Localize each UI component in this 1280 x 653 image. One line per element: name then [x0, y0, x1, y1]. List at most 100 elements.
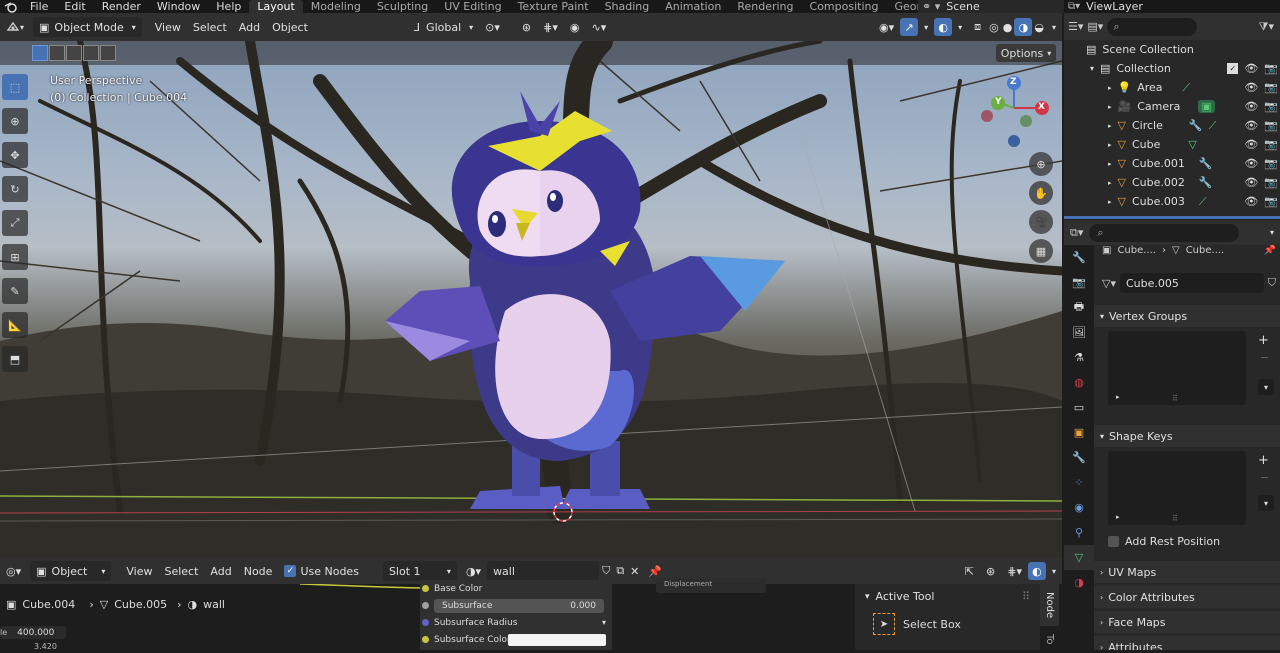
socket-color-icon[interactable] — [422, 636, 429, 643]
scale-tool-icon[interactable]: ⤢ — [2, 210, 28, 236]
select-mode-subtract-icon[interactable] — [66, 45, 82, 61]
snap-target-icon[interactable]: ⋕▾ — [537, 17, 564, 37]
properties-type-icon[interactable]: ⧉▾ — [1070, 226, 1083, 240]
snap-icon[interactable]: ⊛ — [516, 17, 537, 37]
menu-edit[interactable]: Edit — [56, 0, 93, 13]
active-tool-header[interactable]: ▾ Active Tool ⠿ — [855, 584, 1040, 609]
section-uv-maps[interactable]: › UV Maps — [1094, 561, 1280, 583]
shading-solid-icon[interactable]: ● — [1001, 17, 1015, 37]
outliner-type-icon[interactable]: ☰▾ — [1068, 20, 1083, 33]
mesh-browse-icon[interactable]: ▽▾ — [1102, 277, 1116, 290]
visibility-eye-icon[interactable]: 👁 — [1244, 138, 1258, 151]
collection-tab-icon[interactable]: ▭ — [1064, 395, 1094, 420]
material-browse-icon[interactable]: ◑▾ — [460, 561, 487, 581]
gizmo-axis-x[interactable]: X — [1038, 102, 1045, 112]
display-mode-icon[interactable]: ▤▾ — [1087, 20, 1103, 33]
node-menu-node[interactable]: Node — [238, 561, 279, 581]
mode-selector[interactable]: ▣ Object Mode ▾ — [33, 17, 142, 37]
workspace-tab-rendering[interactable]: Rendering — [729, 0, 801, 13]
active-tool-row[interactable]: ➤ Select Box — [855, 609, 1040, 639]
expand-arrow-icon[interactable]: ▸ — [1108, 198, 1112, 206]
select-box-tool-icon[interactable]: ⬚ — [2, 74, 28, 100]
vertex-groups-list[interactable]: ▸ ⠿ — [1108, 331, 1246, 405]
drag-handle-icon[interactable]: ⠿ — [1022, 590, 1030, 603]
outliner-item-camera[interactable]: ▸ 🎥 Camera ▣ 👁 📷 — [1064, 97, 1280, 116]
shading-material-icon[interactable]: ◑ — [1014, 18, 1033, 36]
falloff-icon[interactable]: ∿▾ — [585, 17, 612, 37]
render-camera-icon[interactable]: 📷 — [1264, 176, 1278, 189]
proportional-edit-icon[interactable]: ◉ — [564, 17, 586, 37]
expand-arrow-icon[interactable]: ▸ — [1108, 141, 1112, 149]
render-camera-icon[interactable]: 📷 — [1264, 119, 1278, 132]
object-tab-icon[interactable]: ▣ — [1064, 420, 1094, 445]
rotate-tool-icon[interactable]: ↻ — [2, 176, 28, 202]
expand-arrow-icon[interactable]: ▸ — [1108, 160, 1112, 168]
shading-rendered-icon[interactable]: ◒ — [1032, 17, 1046, 37]
shape-keys-list[interactable]: ▸ ⠿ — [1108, 451, 1246, 525]
add-rest-position-checkbox[interactable]: Add Rest Position — [1094, 531, 1280, 551]
pivot-point-icon[interactable]: ⊙▾ — [479, 17, 506, 37]
socket-float-icon[interactable] — [422, 602, 429, 609]
workspace-tab-animation[interactable]: Animation — [657, 0, 729, 13]
blender-logo-icon[interactable] — [0, 1, 22, 13]
workspace-tab-shading[interactable]: Shading — [597, 0, 658, 13]
gizmo-axis-z[interactable]: Z — [1010, 77, 1017, 87]
pan-hand-icon[interactable]: ✋ — [1029, 181, 1053, 205]
expand-arrow-icon[interactable]: ▸ — [1108, 84, 1112, 92]
unlink-material-icon[interactable]: ✕ — [627, 561, 642, 581]
scene-selector[interactable]: ⚭ ▾ Scene — [918, 0, 1064, 13]
mesh-name-field[interactable]: Cube.005 — [1119, 273, 1264, 293]
menu-file[interactable]: File — [22, 0, 56, 13]
physics-tab-icon[interactable]: ◉ — [1064, 495, 1094, 520]
move-tool-icon[interactable]: ✥ — [2, 142, 28, 168]
node-snap-target-icon[interactable]: ⋕▾ — [1001, 561, 1028, 581]
menu-help[interactable]: Help — [208, 0, 249, 13]
visibility-eye-icon[interactable]: 👁 — [1244, 100, 1258, 113]
3d-viewport[interactable] — [0, 41, 1062, 558]
cursor-tool-icon[interactable]: ⊕ — [2, 108, 28, 134]
menu-window[interactable]: Window — [149, 0, 208, 13]
section-attributes[interactable]: › Attributes — [1094, 636, 1280, 650]
outliner-item-cube-001[interactable]: ▸ ▽ Cube.001 🔧 👁 📷 — [1064, 154, 1280, 173]
fake-user-shield-icon[interactable]: ⛉ — [599, 561, 613, 581]
outliner-item-cube-003[interactable]: ▸ ▽ Cube.003 ⟋ 👁 📷 — [1064, 192, 1280, 211]
breadcrumb-object[interactable]: Cube.004 — [22, 598, 75, 611]
properties-search-input[interactable]: ⌕ — [1089, 223, 1240, 242]
workspace-tab-sculpting[interactable]: Sculpting — [369, 0, 436, 13]
visibility-eye-icon[interactable]: 👁 — [1244, 119, 1258, 132]
data-tab-icon[interactable]: ▽ — [1064, 545, 1094, 570]
pin-icon[interactable]: 📌 — [1264, 245, 1276, 255]
vertex-groups-menu-icon[interactable]: ▾ — [1258, 379, 1274, 395]
editor-type-icon[interactable]: ▾ — [0, 17, 30, 37]
filter-icon[interactable]: ⧩▾ — [1259, 20, 1274, 34]
gizmo-dropdown-icon[interactable]: ▾ — [918, 17, 934, 37]
overlays-toggle-icon[interactable]: ◐ — [934, 18, 953, 36]
node-input-base-color[interactable]: Base Color — [420, 580, 612, 597]
add-shape-key-icon[interactable]: + — [1258, 453, 1269, 468]
material-name-field[interactable]: wall — [487, 561, 600, 581]
collection-checkbox-icon[interactable]: ✓ — [1227, 63, 1239, 74]
annotate-tool-icon[interactable]: ✎ — [2, 278, 28, 304]
measure-tool-icon[interactable]: 📐 — [2, 312, 28, 338]
view-layer-icon[interactable]: ⧉▾ — [1068, 1, 1080, 12]
material-tab-icon[interactable]: ◑ — [1064, 570, 1094, 595]
visibility-eye-icon[interactable]: 👁 — [1244, 62, 1258, 75]
use-nodes-checkbox[interactable]: ✓ Use Nodes — [278, 561, 365, 581]
view-layer-name[interactable]: ViewLayer — [1086, 0, 1143, 13]
render-camera-icon[interactable]: 📷 — [1264, 195, 1278, 208]
shading-dropdown-icon[interactable]: ▾ — [1046, 17, 1062, 37]
node-menu-view[interactable]: View — [120, 561, 158, 581]
list-expand-icon[interactable]: ▸ — [1116, 513, 1120, 521]
expand-arrow-icon[interactable]: ▸ — [1108, 103, 1112, 111]
visibility-eye-icon[interactable]: 👁 — [1244, 176, 1258, 189]
workspace-tab-uv-editing[interactable]: UV Editing — [436, 0, 509, 13]
node-menu-add[interactable]: Add — [204, 561, 237, 581]
workspace-tab-modeling[interactable]: Modeling — [303, 0, 369, 13]
node-overlay-dropdown-icon[interactable]: ▾ — [1046, 561, 1062, 581]
shading-wireframe-icon[interactable]: ◎ — [987, 17, 1001, 37]
outliner-item-cube[interactable]: ▸ ▽ Cube ▽ 👁 📷 — [1064, 135, 1280, 154]
render-camera-icon[interactable]: 📷 — [1264, 62, 1278, 75]
socket-vector-icon[interactable] — [422, 619, 429, 626]
modifier-tab-icon[interactable]: 🔧 — [1064, 445, 1094, 470]
node-value-field[interactable]: le 400.000 — [0, 626, 66, 639]
